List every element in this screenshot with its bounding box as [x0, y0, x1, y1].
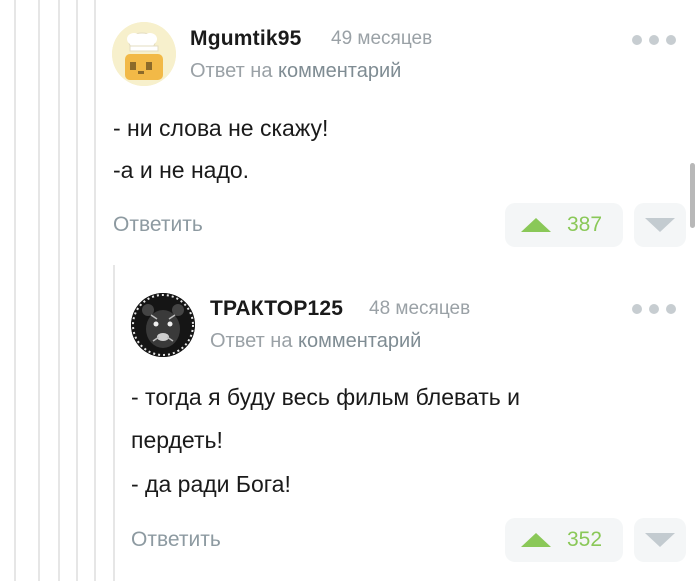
bear-avatar-icon[interactable]	[131, 293, 195, 357]
comment-text-line: - тогда я буду весь фильм блевать и	[131, 384, 520, 410]
scrollbar[interactable]	[690, 163, 695, 228]
reply-button[interactable]: Ответить	[131, 528, 221, 552]
upvote-button[interactable]: 352	[505, 518, 623, 562]
comment: ТРАКТОР125 48 месяцев Ответ на комментар…	[0, 0, 700, 581]
reply-to-link[interactable]: комментарий	[298, 330, 421, 352]
comment-text-line: - да ради Бога!	[131, 471, 291, 497]
downvote-icon	[645, 533, 675, 547]
downvote-button[interactable]	[634, 518, 686, 562]
timestamp: 48 месяцев	[369, 298, 471, 319]
vote-count: 352	[567, 528, 603, 551]
reply-to: Ответ на комментарий	[210, 330, 421, 353]
more-options-icon[interactable]	[632, 302, 676, 316]
reply-to-prefix: Ответ на	[210, 330, 293, 352]
comment-text-line: пердеть!	[131, 427, 223, 453]
username[interactable]: ТРАКТОР125	[210, 297, 343, 321]
upvote-icon	[521, 533, 551, 547]
